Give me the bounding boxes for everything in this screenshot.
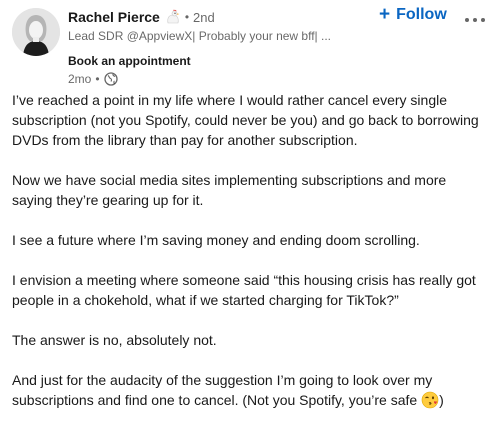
post-time-row: 2mo • <box>68 72 368 86</box>
ellipsis-icon[interactable] <box>463 11 487 22</box>
post-paragraph: The answer is no, absolutely not. <box>12 332 217 348</box>
feed-post: Rachel Pierce • 2nd Lead SDR @AppviewX| … <box>0 0 498 413</box>
follow-label: Follow <box>396 6 447 23</box>
connection-degree: 2nd <box>193 9 215 25</box>
post-paragraph-end: ) <box>439 392 444 408</box>
post-paragraph: I see a future where I’m saving money an… <box>12 232 420 248</box>
plus-icon: + <box>379 4 391 25</box>
time-separator: • <box>95 72 100 86</box>
avatar-photo <box>12 8 60 56</box>
author-meta: Rachel Pierce • 2nd Lead SDR @AppviewX| … <box>68 7 368 86</box>
post-body: I’ve reached a point in my life where I … <box>12 90 488 430</box>
post-paragraph: Now we have social media sites implement… <box>12 172 447 208</box>
follow-button[interactable]: + Follow <box>379 5 447 25</box>
author-headline[interactable]: Lead SDR @AppviewX| Probably your new bf… <box>68 28 358 45</box>
name-row: Rachel Pierce • 2nd <box>68 7 368 27</box>
author-avatar[interactable] <box>12 8 60 56</box>
globe-icon <box>103 72 118 86</box>
post-paragraph: I envision a meeting where someone said … <box>12 272 476 308</box>
winking-kiss-emoji-icon <box>421 391 439 409</box>
rooster-emoji-icon <box>165 9 181 25</box>
post-paragraph-text: And just for the audacity of the suggest… <box>12 372 433 408</box>
post-paragraph: I’ve reached a point in my life where I … <box>12 92 479 148</box>
book-appointment-link[interactable]: Book an appointment <box>68 53 368 69</box>
post-timestamp: 2mo <box>68 72 92 86</box>
degree-separator: • <box>184 10 190 24</box>
post-paragraph-last: And just for the audacity of the suggest… <box>12 370 488 410</box>
author-name[interactable]: Rachel Pierce <box>68 9 160 25</box>
post-header: Rachel Pierce • 2nd Lead SDR @AppviewX| … <box>0 0 498 88</box>
